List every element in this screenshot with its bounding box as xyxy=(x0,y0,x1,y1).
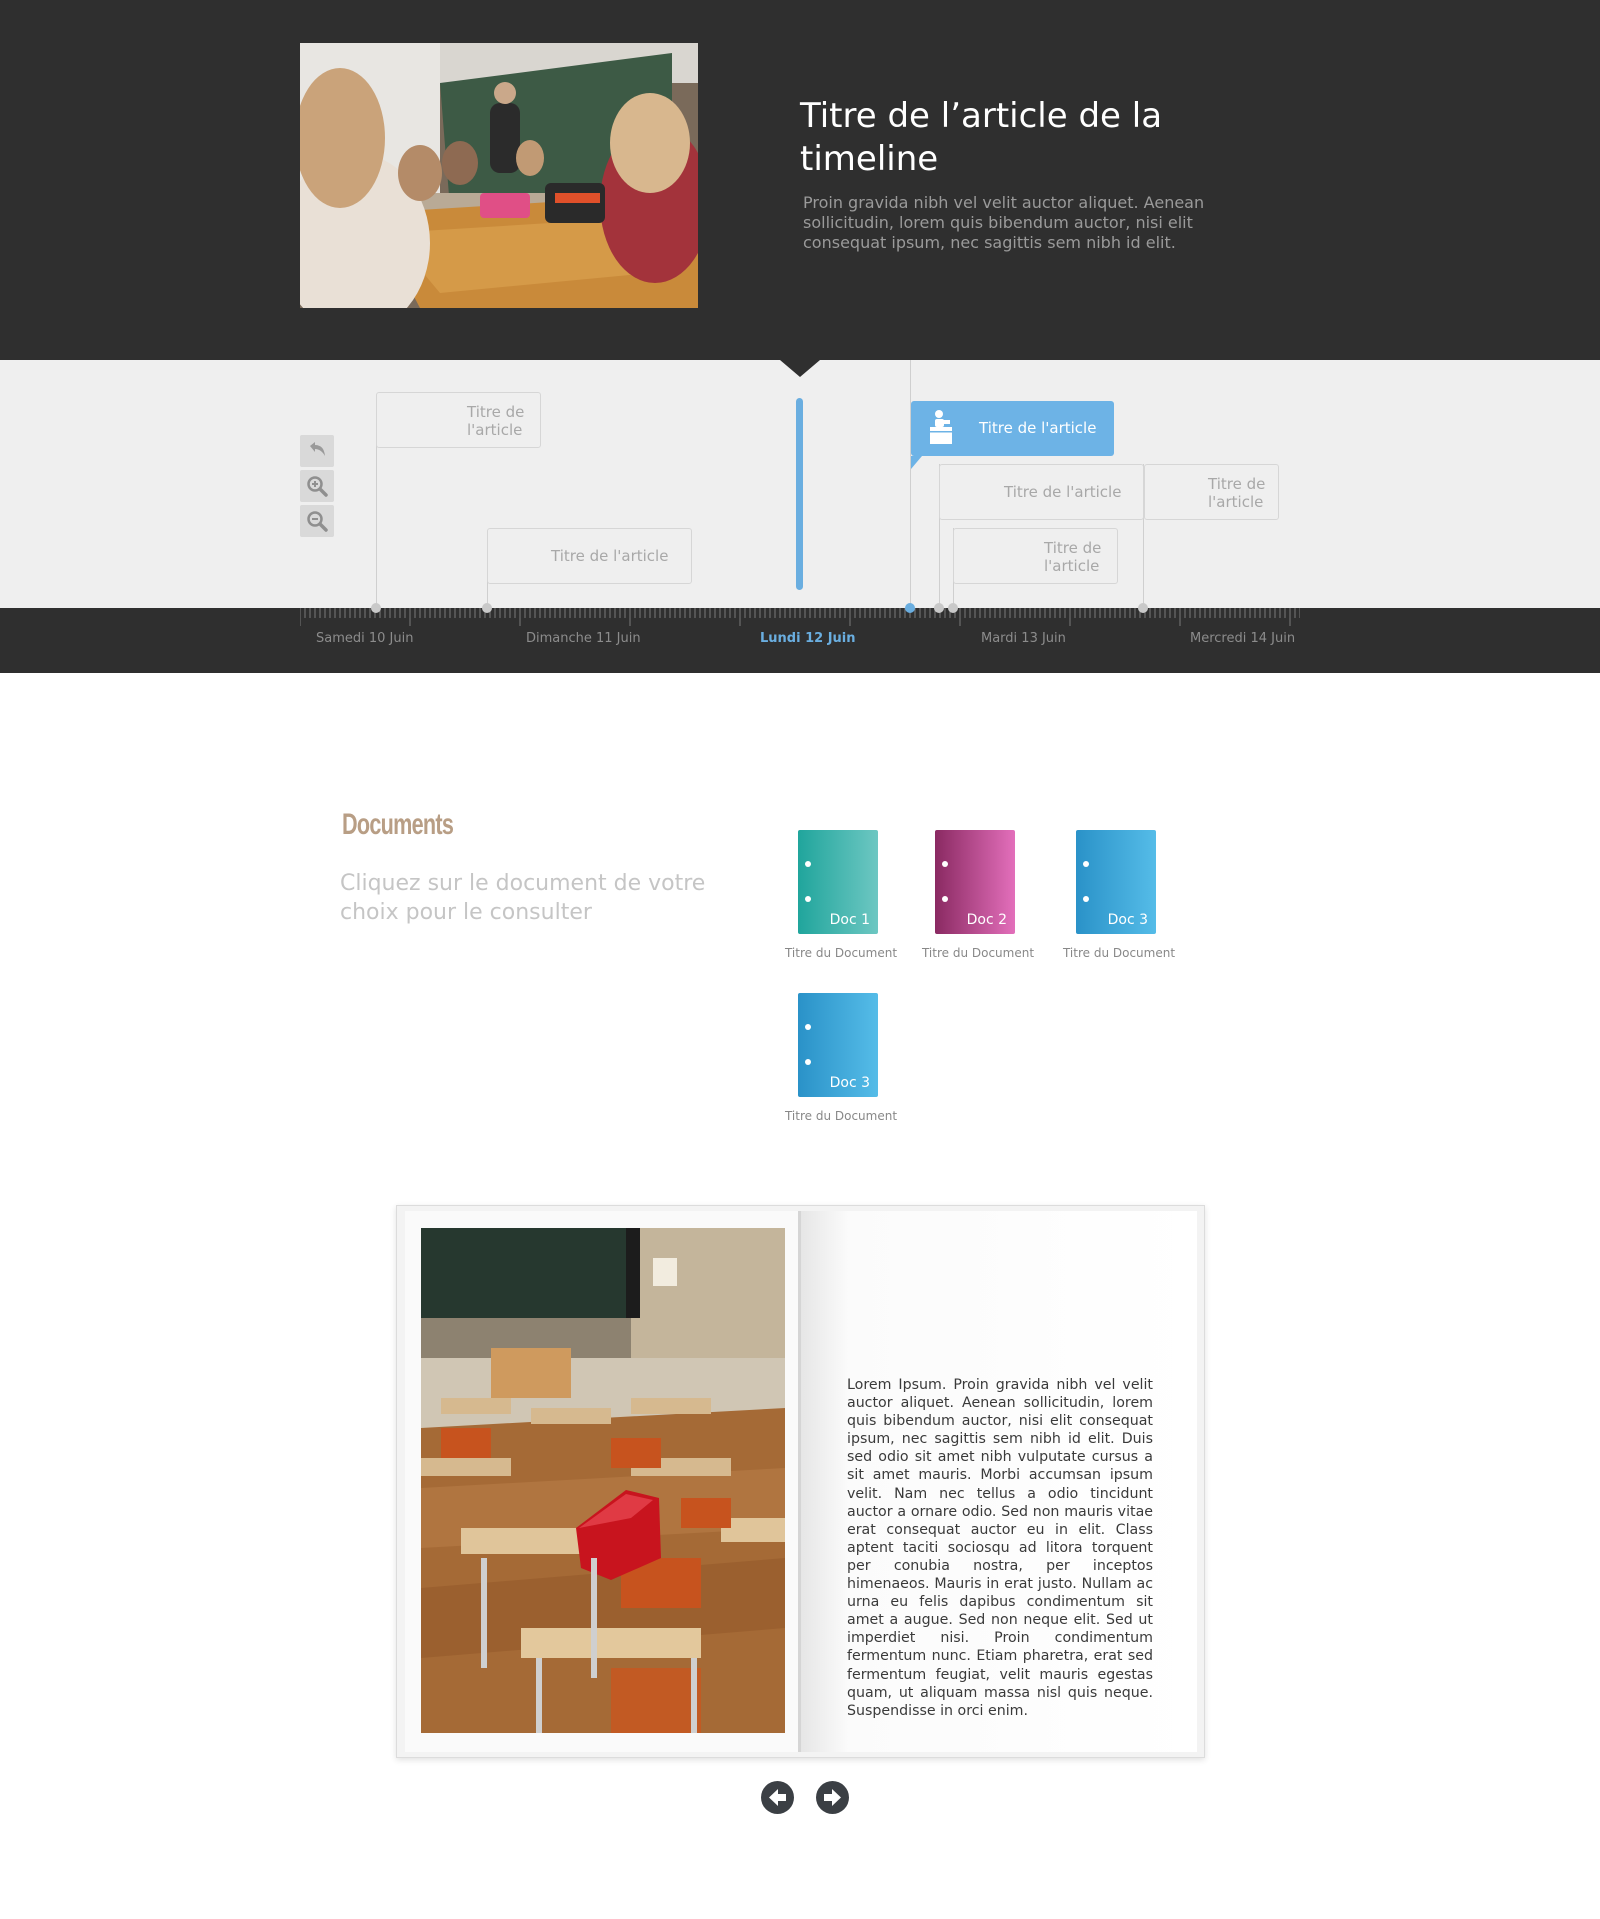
hero-text: Proin gravida nibh vel velit auctor aliq… xyxy=(803,193,1205,252)
timeline-article-title: Titre de l'article xyxy=(1044,539,1102,575)
next-page-button[interactable] xyxy=(816,1781,849,1814)
book-page-text: Lorem Ipsum. Proin gravida nibh vel veli… xyxy=(847,1377,1153,1719)
document-title: Titre du Document xyxy=(784,946,898,960)
ruler-ticks xyxy=(300,608,1300,626)
zoom-in-icon xyxy=(307,476,328,497)
timeline-tools xyxy=(300,435,334,537)
binder-hole xyxy=(1083,861,1089,867)
teacher-podium-icon xyxy=(930,410,952,444)
timeline-event-dot[interactable] xyxy=(371,603,381,613)
binder-hole xyxy=(805,861,811,867)
timeline-article-title: Titre de l'article xyxy=(1208,475,1266,511)
zoom-in-button[interactable] xyxy=(300,470,334,502)
document-label: Doc 2 xyxy=(966,912,1007,928)
document-cover[interactable]: Doc 3 xyxy=(1076,830,1156,934)
binder-hole xyxy=(805,896,811,902)
zoom-out-icon xyxy=(307,511,328,532)
timeline-article-card[interactable]: Titre de l'article xyxy=(953,528,1118,584)
previous-page-button[interactable] xyxy=(761,1781,794,1814)
timeline-event-dot[interactable] xyxy=(934,603,944,613)
timeline-active-event-dot[interactable] xyxy=(905,603,915,613)
document-title: Titre du Document xyxy=(1062,946,1176,960)
timeline-event-dot[interactable] xyxy=(482,603,492,613)
document-cover[interactable]: Doc 3 xyxy=(798,993,878,1097)
timeline-article-card[interactable]: Titre de l'article xyxy=(939,464,1144,520)
hero-title: Titre de l’article de la timeline xyxy=(800,96,1163,179)
binder-hole xyxy=(805,1059,811,1065)
timeline-active-card-tail xyxy=(911,456,922,469)
timeline-pointer xyxy=(780,360,820,377)
timeline-article-title: Titre de l'article xyxy=(551,547,669,565)
document-title: Titre du Document xyxy=(921,946,1035,960)
undo-icon xyxy=(310,442,325,456)
day-label-sat[interactable]: Samedi 10 Juin xyxy=(316,631,413,646)
timeline-active-article-title: Titre de l'article xyxy=(979,419,1097,437)
timeline-active-article-card[interactable]: Titre de l'article xyxy=(911,401,1114,456)
book-spine xyxy=(798,1211,801,1752)
document-title: Titre du Document xyxy=(784,1109,898,1123)
document-label: Doc 3 xyxy=(1107,912,1148,928)
document-label: Doc 3 xyxy=(829,1075,870,1091)
documents-title: Documents xyxy=(342,808,454,841)
timeline-ruler: Samedi 10 Juin Dimanche 11 Juin Lundi 12… xyxy=(0,603,1600,673)
book-classroom-photo xyxy=(421,1228,785,1733)
timeline-event-dot[interactable] xyxy=(948,603,958,613)
binder-hole xyxy=(942,896,948,902)
timeline-article-title: Titre de l'article xyxy=(1004,483,1122,501)
day-label-wed[interactable]: Mercredi 14 Juin xyxy=(1190,631,1295,646)
binder-hole xyxy=(1083,896,1089,902)
hero-classroom-photo[interactable] xyxy=(300,43,698,308)
binder-hole xyxy=(805,1024,811,1030)
timeline-article-card[interactable]: Titre de l'article xyxy=(376,392,541,448)
timeline-article-card[interactable]: Titre de l'article xyxy=(1144,464,1279,520)
arrow-right-icon xyxy=(824,1789,841,1806)
documents-subtitle: Cliquez sur le document de votre choix p… xyxy=(340,871,706,925)
document-cover[interactable]: Doc 1 xyxy=(798,830,878,934)
document-cover[interactable]: Doc 2 xyxy=(935,830,1015,934)
day-label-mon-active[interactable]: Lundi 12 Juin xyxy=(760,631,856,646)
timeline-stem xyxy=(376,422,377,608)
zoom-out-button[interactable] xyxy=(300,505,334,537)
timeline-panel: Titre de l'article Titre de l'article Ti… xyxy=(0,360,1600,608)
document-label: Doc 1 xyxy=(829,912,870,928)
day-label-tue[interactable]: Mardi 13 Juin xyxy=(981,631,1066,646)
undo-button[interactable] xyxy=(300,435,334,467)
arrow-left-icon xyxy=(769,1789,786,1806)
day-label-sun[interactable]: Dimanche 11 Juin xyxy=(526,631,641,646)
document-viewer-book: Lorem Ipsum. Proin gravida nibh vel veli… xyxy=(396,1205,1205,1758)
timeline-stem xyxy=(910,360,911,608)
hero-section: Titre de l’article de la timeline Proin … xyxy=(0,0,1600,360)
current-time-indicator xyxy=(796,398,803,590)
binder-hole xyxy=(942,861,948,867)
timeline-article-title: Titre de l'article xyxy=(467,403,525,439)
timeline-event-dot[interactable] xyxy=(1138,603,1148,613)
timeline-article-card[interactable]: Titre de l'article xyxy=(487,528,692,584)
